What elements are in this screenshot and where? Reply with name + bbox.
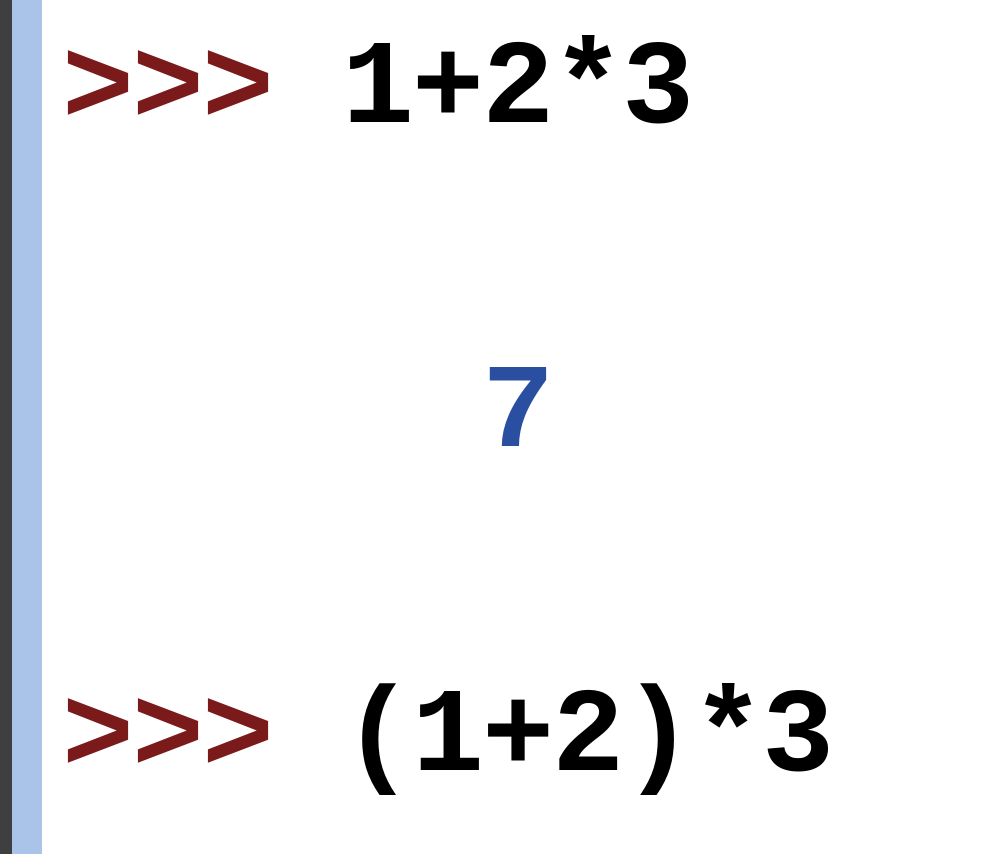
python-shell[interactable]: >>> 1+2*3 7 >>> (1+2)*3 9 >>> [0, 0, 1000, 854]
prompt-icon: >>> [62, 658, 342, 820]
input-line: >>> 1+2*3 [62, 10, 1000, 172]
output-line: 9 [62, 820, 1000, 854]
prompt-icon: >>> [62, 10, 342, 172]
input-line: >>> (1+2)*3 [62, 658, 1000, 820]
output-value: 7 [482, 347, 552, 483]
gutter-light [12, 0, 42, 854]
output-line: 7 [62, 172, 1000, 658]
gutter-dark [0, 0, 12, 854]
code-text: (1+2)*3 [342, 658, 832, 820]
shell-content[interactable]: >>> 1+2*3 7 >>> (1+2)*3 9 >>> [42, 0, 1000, 854]
code-text: 1+2*3 [342, 10, 692, 172]
